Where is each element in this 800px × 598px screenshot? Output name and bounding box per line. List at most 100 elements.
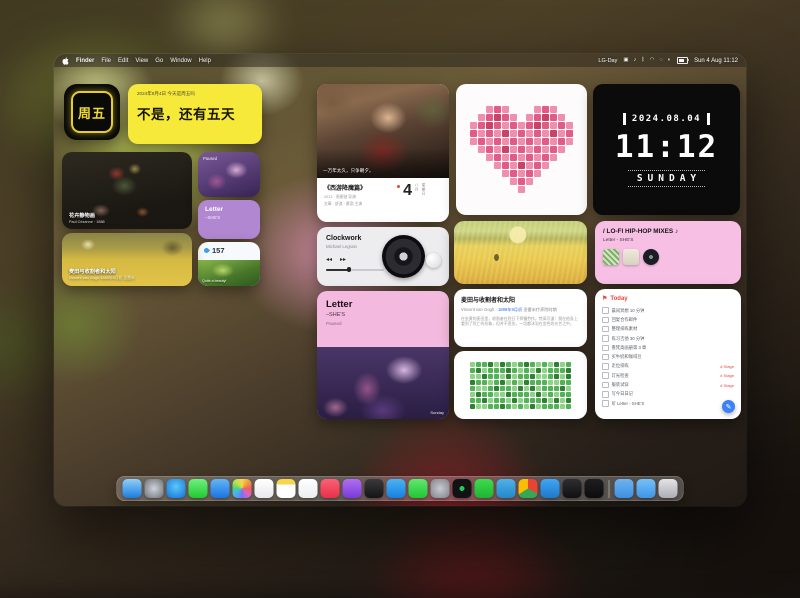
dock-icon-mail[interactable]: [211, 479, 230, 498]
todo-widget[interactable]: ⚑ Today 晨间冥想 10 分钟回复合作邮件整理排练素材练习吉他 30 分钟…: [595, 289, 741, 419]
friday-countdown-widget[interactable]: 2024年8月4日 今天是周五吗 不是，还有五天: [128, 84, 262, 144]
dock-icon-chrome[interactable]: [519, 479, 538, 498]
checkbox-icon[interactable]: [602, 400, 609, 407]
menu-item-window[interactable]: Window: [170, 58, 191, 64]
now-playing-icon[interactable]: ♪: [634, 58, 637, 64]
dock-icon-telegram[interactable]: [497, 479, 516, 498]
dock-icon-notes[interactable]: [277, 479, 296, 498]
dock-icon-safari[interactable]: [167, 479, 186, 498]
dock-icon-documents-folder[interactable]: [637, 479, 656, 498]
checkbox-icon[interactable]: [602, 335, 609, 342]
apple-menu-icon[interactable]: [62, 57, 69, 65]
dock-icon-terminal[interactable]: [563, 479, 582, 498]
dock-icon-settings[interactable]: [431, 479, 450, 498]
checkbox-icon[interactable]: [602, 391, 609, 398]
pixel-clock-widget[interactable]: 2024.08.04 11:12 SUNDAY: [593, 84, 740, 215]
calendar-labels: 八月 星期日: [415, 183, 442, 195]
status-app-text[interactable]: LG-Day: [598, 58, 617, 64]
dock-icon-messages[interactable]: [189, 479, 208, 498]
checkbox-icon[interactable]: [602, 382, 609, 389]
cezanne-art-widget[interactable]: 花卉静物画 Paul Cézanne · 1888: [62, 152, 192, 229]
dock-icon-finder[interactable]: [123, 479, 142, 498]
todo-item[interactable]: 写今日日记: [602, 390, 734, 399]
vangogh-painting-widget[interactable]: [454, 221, 587, 284]
todo-item[interactable]: 买牛奶和咖啡豆: [602, 352, 734, 361]
menu-item-go[interactable]: Go: [155, 58, 163, 64]
mini-player-artwork-widget[interactable]: Paused: [198, 152, 260, 197]
dock-icon-wechat[interactable]: [475, 479, 494, 498]
friday-icon-label: 周五: [78, 103, 106, 122]
dock-icon-reminders[interactable]: [299, 479, 318, 498]
menu-item-file[interactable]: File: [101, 58, 111, 64]
movie-calendar-widget[interactable]: 一万年太久，只争朝夕。 《西游降魔篇》 2013 · 周星驰 导演 文章 · 舒…: [317, 84, 449, 222]
todo-item[interactable]: 看梵高画册第 3 章: [602, 343, 734, 352]
contribution-cell: [524, 374, 529, 379]
menu-item-view[interactable]: View: [135, 58, 148, 64]
contribution-graph-widget[interactable]: [454, 351, 587, 419]
letter-music-widget[interactable]: Letter –SHE'S Paused Sunday: [317, 291, 449, 419]
screen-mirroring-icon[interactable]: ▣: [623, 58, 628, 64]
wheatfield-art-widget[interactable]: 麦田与收割者和太阳 Vincent van Gogh·1889年9月初 圣雷米: [62, 233, 192, 286]
todo-item[interactable]: 练习吉他 30 分钟: [602, 334, 734, 343]
menu-item-help[interactable]: Help: [199, 58, 211, 64]
checkbox-icon[interactable]: [602, 307, 609, 314]
pixel-heart-widget[interactable]: [456, 84, 587, 215]
heart-pixel: [558, 130, 565, 137]
mini-player-track-widget[interactable]: Letter –SHE'S: [198, 200, 260, 239]
control-center-icon[interactable]: ◐: [668, 58, 671, 64]
dock-icon-tv[interactable]: [365, 479, 384, 498]
lofi-playlist-widget[interactable]: / LO-FI HIP-HOP MIXES ♪ Letter - SHE'S: [595, 221, 741, 284]
dock-icon-app-store[interactable]: [387, 479, 406, 498]
contribution-cell: [560, 404, 565, 409]
heart-pixel: [510, 130, 517, 137]
battery-icon[interactable]: [677, 57, 688, 64]
search-icon[interactable]: ◌: [659, 58, 662, 64]
dock-icon-music[interactable]: [321, 479, 340, 498]
vangogh-description-widget[interactable]: 麦田与收割者和太阳 Vincent van Gogh · 1889年9月初 圣雷…: [454, 289, 587, 347]
menu-bar-clock[interactable]: Sun 4 Aug 11:12: [694, 58, 738, 64]
dock-icon-trash[interactable]: [659, 479, 678, 498]
menu-item-finder[interactable]: Finder: [76, 58, 94, 64]
todo-item[interactable]: 晨间冥想 10 分钟: [602, 306, 734, 315]
bluetooth-icon[interactable]: ᛒ: [641, 58, 644, 64]
previous-track-button[interactable]: ◂◂: [326, 256, 332, 263]
contribution-cell: [518, 386, 523, 391]
water-tracker-widget[interactable]: 157 Quite a beauty!: [198, 242, 260, 286]
heart-pixel: [486, 170, 493, 177]
new-task-button[interactable]: ✎: [722, 400, 735, 413]
dock-icon-calendar[interactable]: [255, 479, 274, 498]
dock-icon-spotify[interactable]: [453, 479, 472, 498]
checkbox-icon[interactable]: [602, 363, 609, 370]
wifi-icon[interactable]: ◠: [650, 58, 655, 64]
todo-item[interactable]: 服装试穿# Stage: [602, 380, 734, 389]
dock-icon-vscode[interactable]: [541, 479, 560, 498]
menu-item-edit[interactable]: Edit: [118, 58, 128, 64]
album-thumb-plants[interactable]: [603, 249, 619, 265]
byline-date-link[interactable]: 1889年9月初: [498, 307, 522, 312]
next-track-button[interactable]: ▸▸: [340, 256, 346, 263]
progress-bar[interactable]: [326, 269, 384, 271]
checkbox-icon[interactable]: [602, 354, 609, 361]
checkbox-icon[interactable]: [602, 345, 609, 352]
dock-icon-figma[interactable]: [585, 479, 604, 498]
todo-item[interactable]: 走位排练# Stage: [602, 362, 734, 371]
checkbox-icon[interactable]: [602, 372, 609, 379]
mini-player-song: Letter: [205, 206, 253, 213]
todo-item[interactable]: 回复合作邮件: [602, 315, 734, 324]
dock-icon-podcasts[interactable]: [343, 479, 362, 498]
progress-knob[interactable]: [347, 267, 352, 272]
checkbox-icon[interactable]: [602, 317, 609, 324]
dock-icon-downloads-folder[interactable]: [615, 479, 634, 498]
todo-item[interactable]: 整理排练素材: [602, 325, 734, 334]
dock-icon-launchpad[interactable]: [145, 479, 164, 498]
album-thumb-paper[interactable]: [623, 249, 639, 265]
dock-icon-facetime[interactable]: [409, 479, 428, 498]
todo-item[interactable]: 灯光检查# Stage: [602, 371, 734, 380]
dock-icon-photos[interactable]: [233, 479, 252, 498]
clockwork-music-widget[interactable]: Clockwork Michael Legrain ◂◂ ▸▸: [317, 227, 449, 286]
album-thumb-vinyl[interactable]: [643, 249, 659, 265]
checkbox-icon[interactable]: [602, 326, 609, 333]
friday-countdown-app-icon[interactable]: 周五: [64, 84, 120, 140]
contribution-cell: [488, 386, 493, 391]
todo-item[interactable]: 听 Letter - SHE'S: [602, 399, 734, 408]
